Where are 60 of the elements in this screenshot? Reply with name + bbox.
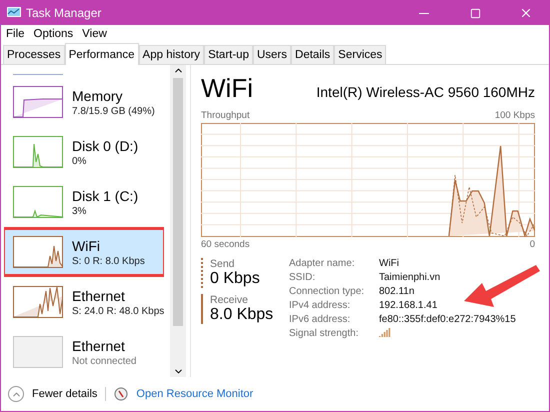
- item-name: Memory: [72, 88, 124, 104]
- menu-item[interactable]: View: [82, 28, 107, 40]
- sidebar-item[interactable]: WiFi S: 0 R: 8.0 Kbps: [4, 229, 164, 275]
- sidebar-item[interactable]: Ethernet S: 24.0 R: 48.0 Kbps: [4, 279, 164, 325]
- adapter-name: Intel(R) Wireless-AC 9560 160MHz: [316, 84, 535, 100]
- graph-min: 0: [530, 239, 535, 250]
- property-value: Taimienphi.vn: [379, 272, 442, 283]
- sidebar-item[interactable]: Disk 0 (D:) 0%: [4, 129, 164, 175]
- fewer-details-link[interactable]: Fewer details: [32, 388, 98, 400]
- property-value: fe80::355f:def0:e272:7943%15: [379, 314, 516, 325]
- item-detail: 3%: [72, 206, 88, 216]
- property-label: Signal strength:: [289, 328, 360, 339]
- graph-max: 100 Kbps: [494, 110, 535, 121]
- sidebar-item[interactable]: Disk 1 (C:) 3%: [4, 179, 164, 225]
- property-value: WiFi: [379, 258, 400, 269]
- close-icon: [519, 6, 533, 20]
- property-label: Connection type:: [289, 286, 366, 297]
- property-value: 192.168.1.41: [379, 300, 438, 311]
- send-value: 0 Kbps: [210, 270, 261, 288]
- item-name: Ethernet: [72, 288, 126, 304]
- scroll-bar[interactable]: [170, 65, 186, 377]
- property-value: 802.11n: [379, 286, 416, 297]
- item-name: WiFi: [72, 238, 101, 254]
- collapse-icon[interactable]: [8, 386, 24, 402]
- window-title: Task Manager: [26, 6, 102, 20]
- property-label: SSID:: [289, 272, 316, 283]
- signal-icon: [379, 328, 391, 337]
- sidebar-item[interactable]: Memory 7.8/15.9 GB (49%): [4, 79, 164, 125]
- item-name: Ethernet: [72, 338, 126, 354]
- receive-value: 8.0 Kbps: [210, 306, 271, 324]
- property-label: Adapter name:: [289, 258, 356, 269]
- menu-item[interactable]: Options: [34, 28, 74, 40]
- tab[interactable]: Start-up: [204, 45, 253, 64]
- tab[interactable]: Services: [334, 45, 386, 64]
- item-name: Disk 1 (C:): [72, 188, 138, 204]
- graph-label: Throughput: [201, 110, 250, 121]
- tab[interactable]: App history: [138, 45, 204, 64]
- resource-monitor-link[interactable]: Open Resource Monitor: [136, 388, 254, 400]
- item-name: Disk 0 (D:): [72, 138, 138, 154]
- gauge-icon: [114, 387, 128, 401]
- item-detail: 0%: [72, 156, 88, 166]
- item-detail: 7.8/15.9 GB (49%): [72, 106, 155, 116]
- property-label: IPv6 address:: [289, 314, 352, 325]
- tab[interactable]: Performance: [64, 43, 139, 65]
- receive-label: Receive: [210, 294, 249, 306]
- tab[interactable]: Users: [252, 45, 292, 64]
- menu-item[interactable]: File: [6, 28, 25, 40]
- minimize-icon: [419, 12, 429, 14]
- graph-span: 60 seconds: [201, 239, 250, 250]
- property-label: IPv4 address:: [289, 300, 352, 311]
- item-detail: Not connected: [72, 356, 136, 366]
- tab[interactable]: Details: [291, 45, 334, 64]
- item-detail: S: 24.0 R: 48.0 Kbps: [72, 306, 164, 316]
- app-icon: [7, 7, 21, 19]
- panel-title: WiFi: [201, 73, 253, 104]
- item-detail: S: 0 R: 8.0 Kbps: [72, 256, 145, 266]
- send-label: Send: [210, 258, 236, 270]
- sidebar-item[interactable]: Ethernet Not connected: [4, 329, 164, 375]
- tab[interactable]: Processes: [3, 45, 65, 64]
- maximize-icon: [470, 8, 480, 18]
